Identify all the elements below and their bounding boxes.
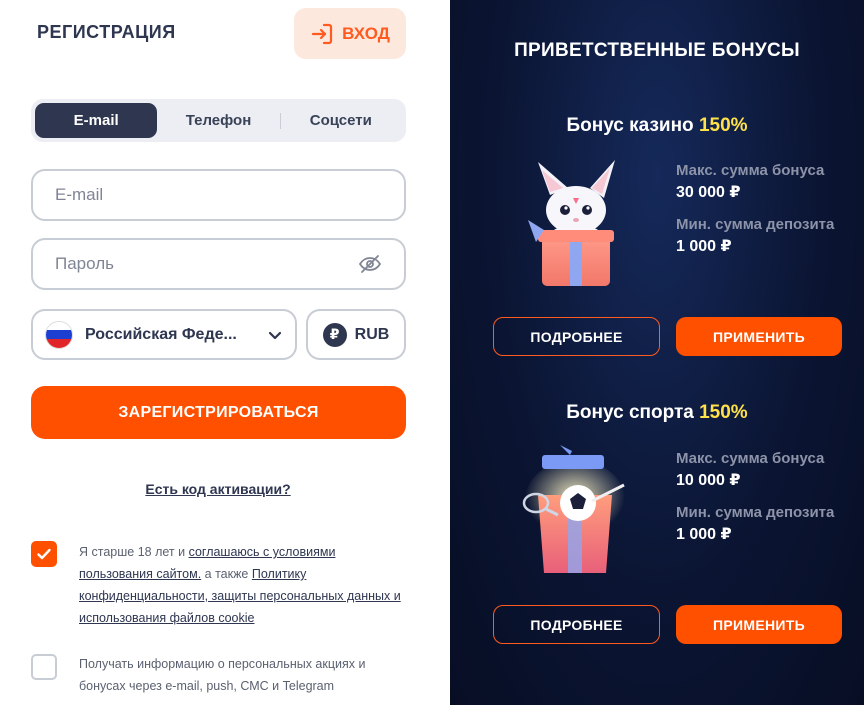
sport-bonus-name: Бонус спорта bbox=[566, 402, 694, 423]
bonuses-title: ПРИВЕТСТВЕННЫЕ БОНУСЫ bbox=[514, 40, 800, 61]
registration-method-tabs: E-mail Телефон Соцсети bbox=[31, 99, 406, 142]
eye-off-icon[interactable] bbox=[358, 252, 382, 276]
tab-phone[interactable]: Телефон bbox=[157, 103, 279, 138]
sport-min-label: Мин. сумма депозита bbox=[676, 504, 835, 521]
terms-checkbox[interactable] bbox=[31, 541, 57, 567]
sport-max-value: 10 000 ₽ bbox=[676, 472, 741, 489]
email-field[interactable]: E-mail bbox=[31, 169, 406, 221]
ruble-icon: ₽ bbox=[322, 322, 347, 347]
casino-max-value: 30 000 ₽ bbox=[676, 184, 741, 201]
currency-select[interactable]: ₽ RUB bbox=[306, 309, 406, 360]
checkmark-icon bbox=[37, 548, 51, 560]
register-button[interactable]: ЗАРЕГИСТРИРОВАТЬСЯ bbox=[31, 386, 406, 439]
fox-gift-illustration bbox=[528, 160, 615, 286]
sport-apply-button[interactable]: ПРИМЕНИТЬ bbox=[676, 605, 842, 644]
activation-code-link[interactable]: Есть код активации? bbox=[0, 481, 436, 497]
sport-details-button[interactable]: ПОДРОБНЕЕ bbox=[493, 605, 660, 644]
sport-bonus-info: Макс. сумма бонуса 10 000 ₽ Мин. сумма д… bbox=[676, 448, 846, 556]
casino-bonus-name: Бонус казино bbox=[566, 115, 694, 136]
casino-max-label: Макс. сумма бонуса bbox=[676, 162, 825, 179]
sport-bonus-percent: 150% bbox=[699, 402, 748, 423]
tab-social[interactable]: Соцсети bbox=[279, 103, 402, 138]
casino-min-label: Мин. сумма депозита bbox=[676, 216, 835, 233]
currency-value: RUB bbox=[354, 325, 390, 343]
sport-max-label: Макс. сумма бонуса bbox=[676, 450, 825, 467]
casino-min-value: 1 000 ₽ bbox=[676, 238, 732, 255]
russia-flag-icon bbox=[45, 320, 73, 349]
login-arrow-icon bbox=[312, 23, 333, 44]
country-value: Российская Феде... bbox=[85, 325, 237, 343]
country-select[interactable]: Российская Феде... bbox=[31, 309, 297, 360]
terms-text: Я старше 18 лет и соглашаюсь с условиями… bbox=[79, 541, 409, 629]
terms-text-part1: Я старше 18 лет и bbox=[79, 545, 189, 559]
password-placeholder: Пароль bbox=[55, 254, 114, 273]
password-field[interactable]: Пароль bbox=[31, 238, 406, 290]
casino-apply-button[interactable]: ПРИМЕНИТЬ bbox=[676, 317, 842, 356]
sport-gift-illustration bbox=[522, 445, 625, 573]
login-button[interactable]: ВХОД bbox=[294, 8, 406, 59]
bonuses-panel: ПРИВЕТСТВЕННЫЕ БОНУСЫ Бонус казино 150% bbox=[450, 0, 864, 705]
sport-min-value: 1 000 ₽ bbox=[676, 526, 732, 543]
sport-bonus-title: Бонус спорта 150% bbox=[450, 402, 864, 424]
page-title: РЕГИСТРАЦИЯ bbox=[37, 22, 176, 42]
registration-panel: РЕГИСТРАЦИЯ ВХОД E-mail Телефон Соцсети … bbox=[0, 0, 450, 705]
login-button-label: ВХОД bbox=[342, 23, 390, 43]
tab-email[interactable]: E-mail bbox=[35, 103, 158, 138]
casino-bonus-title: Бонус казино 150% bbox=[450, 115, 864, 137]
casino-bonus-info: Макс. сумма бонуса 30 000 ₽ Мин. сумма д… bbox=[676, 160, 846, 268]
casino-bonus-percent: 150% bbox=[698, 115, 748, 136]
chevron-down-icon bbox=[268, 331, 282, 339]
marketing-text: Получать информацию о персональных акция… bbox=[79, 657, 366, 693]
terms-text-part2: а также bbox=[201, 567, 252, 581]
marketing-checkbox[interactable] bbox=[31, 654, 57, 680]
casino-details-button[interactable]: ПОДРОБНЕЕ bbox=[493, 317, 660, 356]
email-placeholder: E-mail bbox=[55, 185, 104, 204]
